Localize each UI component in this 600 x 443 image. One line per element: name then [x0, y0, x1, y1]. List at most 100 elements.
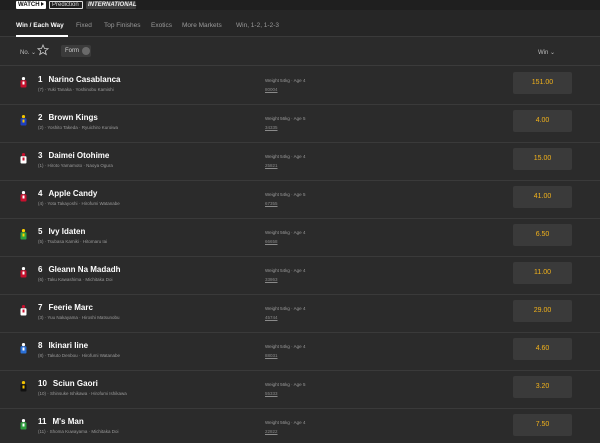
runner-row[interactable]: 1 Narino Casablanca (7) · Yuki Tanaka · Y… [0, 67, 600, 105]
tab-more-markets[interactable]: More Markets [182, 22, 222, 29]
runner-row[interactable]: 8 Ikinari Iine (8) · Takuto Denbou · Hiro… [0, 333, 600, 371]
sort-by-number[interactable]: No. ⌄ [20, 49, 36, 56]
form-figures[interactable]: 22822 [265, 429, 278, 434]
sort-label: No. [20, 50, 30, 56]
runner-name: Gleann Na Madadh [48, 265, 121, 274]
form-figures[interactable]: 45744 [265, 315, 278, 320]
weight-age: Weight 54kg · Age 4 [265, 306, 306, 311]
runner-number: 5 [38, 227, 43, 236]
win-odds-button[interactable]: 29.00 [513, 300, 572, 322]
win-odds-value: 7.50 [535, 421, 550, 428]
runner-title[interactable]: 1 Narino Casablanca [38, 75, 120, 84]
runner-row[interactable]: 2 Brown Kings (2) · Yoshito Takeda · Ryui… [0, 105, 600, 143]
jockey-silk-icon [20, 267, 27, 278]
jockey-trainer: (5) · Tsubasa Kamiki · Hitomaru Iai [38, 239, 108, 244]
jockey-silk-icon [20, 153, 27, 164]
win-odds-value: 15.00 [533, 155, 552, 162]
runner-number: 6 [38, 265, 43, 274]
form-figures[interactable]: 80004 [265, 87, 278, 92]
runner-number: 7 [38, 303, 43, 312]
runner-name: Ivy Idaten [48, 227, 86, 236]
tab-win-places[interactable]: Win, 1-2, 1-2-3 [236, 22, 279, 29]
tab-win-each-way[interactable]: Win / Each Way [16, 22, 64, 29]
jockey-silk-icon [20, 115, 27, 126]
form-figures[interactable]: 25821 [265, 163, 278, 168]
form-figures[interactable]: 34335 [265, 125, 278, 130]
jockey-trainer: (8) · Takuto Denbou · Hirofumi Watanabe [38, 353, 121, 358]
win-odds-value: 29.00 [533, 307, 552, 314]
win-odds-button[interactable]: 41.00 [513, 186, 572, 208]
runner-number: 1 [38, 75, 43, 84]
runner-title[interactable]: 11 M's Man [38, 417, 84, 426]
runner-row[interactable]: 10 Sciun Gaori (10) · Shinsuke Ishikawa ·… [0, 371, 600, 409]
form-figures[interactable]: 67355 [265, 201, 278, 206]
runner-row[interactable]: 11 M's Man (11) · Shoma Kuwayama · Michit… [0, 409, 600, 443]
win-odds-button[interactable]: 6.50 [513, 224, 572, 246]
form-figures[interactable]: 55333 [265, 391, 278, 396]
runner-row[interactable]: 3 Daimei Otohime (1) · Hiroto Yamamoto · … [0, 143, 600, 181]
weight-age: Weight 54kg · Age 4 [265, 154, 306, 159]
runner-number: 3 [38, 151, 43, 160]
win-odds-button[interactable]: 7.50 [513, 414, 572, 436]
jockey-silk-icon [20, 191, 27, 202]
win-sort-label: Win [538, 50, 549, 56]
runner-row[interactable]: 7 Feerie Marc (3) · Yuu Nakayama · Hirosh… [0, 295, 600, 333]
jockey-silk-icon [20, 229, 27, 240]
jockey-silk-icon [20, 305, 27, 316]
form-toggle[interactable]: Form [61, 45, 91, 57]
runner-title[interactable]: 6 Gleann Na Madadh [38, 265, 120, 274]
runner-row[interactable]: 4 Apple Candy (4) · Yota Takayoshi · Hiro… [0, 181, 600, 219]
runner-title[interactable]: 2 Brown Kings [38, 113, 98, 122]
runner-row[interactable]: 5 Ivy Idaten (5) · Tsubasa Kamiki · Hitom… [0, 219, 600, 257]
watch-badge[interactable]: WATCH [16, 1, 46, 9]
runner-title[interactable]: 10 Sciun Gaori [38, 379, 98, 388]
jockey-trainer: (11) · Shoma Kuwayama · Michitaka Doi [38, 429, 119, 434]
runner-title[interactable]: 8 Ikinari Iine [38, 341, 88, 350]
weight-age: Weight 54kg · Age 4 [265, 78, 306, 83]
win-odds-button[interactable]: 151.00 [513, 72, 572, 94]
tab-exotics[interactable]: Exotics [151, 22, 172, 29]
weight-age: Weight 56kg · Age 4 [265, 420, 306, 425]
win-odds-button[interactable]: 11.00 [513, 262, 572, 284]
play-icon [40, 2, 44, 7]
win-odds-button[interactable]: 4.60 [513, 338, 572, 360]
filter-bar: No. ⌄ Form Win ⌄ [0, 38, 600, 66]
form-toggle-label: Form [65, 48, 79, 54]
active-tab-indicator [16, 35, 68, 37]
runner-name: M's Man [52, 417, 84, 426]
watch-label: WATCH [18, 2, 40, 8]
jockey-trainer: (1) · Hiroto Yamamoto · Naoya Ogura [38, 163, 113, 168]
win-odds-button[interactable]: 3.20 [513, 376, 572, 398]
win-sort[interactable]: Win ⌄ [538, 49, 555, 56]
win-odds-value: 6.50 [535, 231, 550, 238]
runner-title[interactable]: 3 Daimei Otohime [38, 151, 109, 160]
win-odds-value: 4.60 [535, 345, 550, 352]
prediction-badge[interactable]: Prediction [49, 1, 83, 9]
tab-fixed[interactable]: Fixed [76, 22, 92, 29]
jockey-trainer: (7) · Yuki Tanaka · Yoshinobu Kamishi [38, 87, 114, 92]
runner-title[interactable]: 4 Apple Candy [38, 189, 97, 198]
win-odds-value: 11.00 [534, 269, 551, 276]
runner-title[interactable]: 7 Feerie Marc [38, 303, 93, 312]
international-badge[interactable]: INTERNATIONAL [86, 1, 137, 9]
win-odds-value: 151.00 [531, 79, 554, 86]
form-figures[interactable]: 33863 [265, 277, 278, 282]
runner-number: 10 [38, 379, 47, 388]
tab-top-finishes[interactable]: Top Finishes [104, 22, 141, 29]
runner-row[interactable]: 6 Gleann Na Madadh (6) · Taku Kawashima ·… [0, 257, 600, 295]
win-odds-value: 41.00 [533, 193, 552, 200]
star-icon[interactable] [37, 44, 49, 56]
runner-name: Brown Kings [48, 113, 98, 122]
form-figures[interactable]: 66658 [265, 239, 278, 244]
runner-title[interactable]: 5 Ivy Idaten [38, 227, 85, 236]
form-figures[interactable]: 88031 [265, 353, 278, 358]
runner-name: Daimei Otohime [48, 151, 110, 160]
jockey-silk-icon [20, 77, 27, 88]
jockey-trainer: (3) · Yuu Nakayama · Hiroshi Matsunobu [38, 315, 120, 320]
win-odds-button[interactable]: 15.00 [513, 148, 572, 170]
runner-name: Apple Candy [48, 189, 98, 198]
weight-age: Weight 56kg · Age 4 [265, 230, 306, 235]
weight-age: Weight 54kg · Age 5 [265, 192, 306, 197]
win-odds-value: 4.00 [535, 117, 550, 124]
win-odds-button[interactable]: 4.00 [513, 110, 572, 132]
